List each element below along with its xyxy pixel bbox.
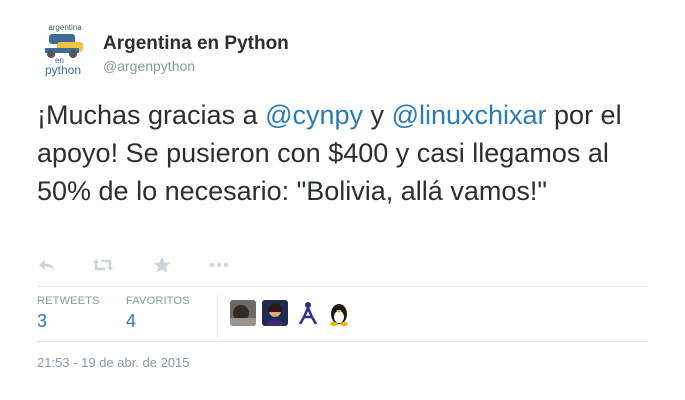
more-icon[interactable] xyxy=(208,255,230,275)
mention-cynpy[interactable]: @cynpy xyxy=(265,100,363,130)
account-avatar[interactable]: argentina en python xyxy=(37,22,93,78)
stats-separator xyxy=(217,295,218,339)
user-avatar-1[interactable] xyxy=(230,300,256,326)
account-handle[interactable]: @argenpython xyxy=(103,58,195,74)
retweet-icon[interactable] xyxy=(92,255,114,275)
user-avatar-3[interactable] xyxy=(295,300,321,326)
retweets-label: RETWEETS xyxy=(37,295,100,307)
avatar-text-bottom: python xyxy=(45,63,81,77)
stats-bottom-divider xyxy=(37,341,648,342)
user-avatar-4[interactable] xyxy=(326,300,352,326)
retweets-count[interactable]: 3 xyxy=(37,311,47,332)
favorites-label: FAVORITOS xyxy=(126,295,190,307)
stats-top-divider xyxy=(37,286,648,287)
tweet-text-part1: ¡Muchas gracias a xyxy=(37,100,266,130)
tweet-text-part2: y xyxy=(363,100,392,130)
avatar-text-top: argentina xyxy=(48,23,82,32)
reply-icon[interactable] xyxy=(37,255,59,275)
favorites-count[interactable]: 4 xyxy=(126,311,136,332)
favorite-icon[interactable] xyxy=(152,255,174,275)
user-avatar-2[interactable] xyxy=(262,300,288,326)
tweet-text: ¡Muchas gracias a @cynpy y @linuxchixar … xyxy=(37,96,657,210)
account-name[interactable]: Argentina en Python xyxy=(103,33,289,55)
tweet-timestamp[interactable]: 21:53 - 19 de abr. de 2015 xyxy=(37,355,190,370)
mention-linuxchixar[interactable]: @linuxchixar xyxy=(392,100,547,130)
